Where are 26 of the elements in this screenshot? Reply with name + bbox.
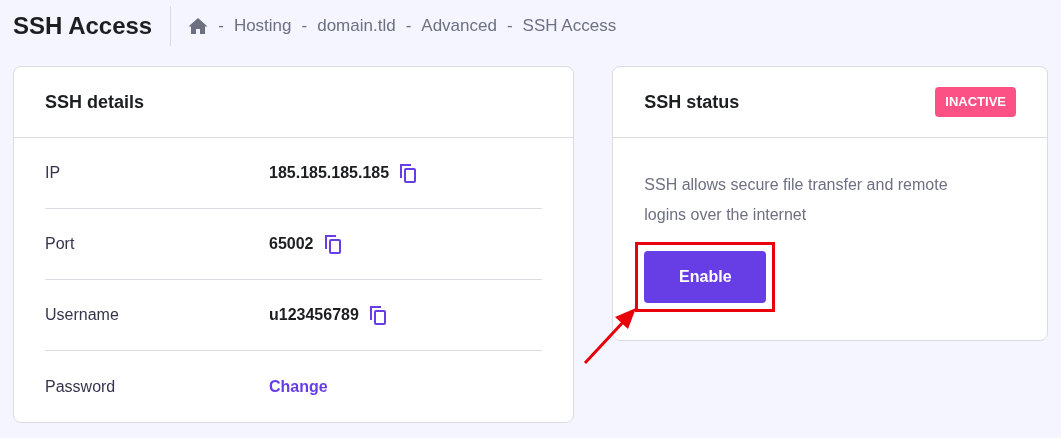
- field-label: Port: [45, 234, 76, 254]
- breadcrumb-link[interactable]: domain.tld: [317, 13, 396, 39]
- field-value: 185.185.185.185: [269, 163, 390, 183]
- field-label: Username: [45, 305, 120, 325]
- field-label: Password: [45, 376, 117, 397]
- copy-icon[interactable]: [323, 234, 342, 254]
- breadcrumb-separator: -: [405, 15, 412, 38]
- home-icon[interactable]: [188, 17, 209, 35]
- field-label: IP: [45, 163, 62, 183]
- breadcrumb-separator: -: [301, 15, 308, 38]
- card-title: SSH details: [45, 90, 145, 114]
- change-link[interactable]: Change: [269, 374, 328, 399]
- copy-icon[interactable]: [399, 163, 418, 183]
- breadcrumb-link[interactable]: SSH Access: [522, 13, 617, 39]
- breadcrumb-link[interactable]: Hosting: [233, 13, 292, 39]
- status-description: SSH allows secure file transfer and remote logins over the internet: [644, 175, 949, 225]
- card-title: SSH status: [644, 90, 740, 114]
- copy-icon[interactable]: [368, 305, 387, 325]
- breadcrumb-separator: -: [506, 15, 513, 38]
- field-value: u123456789: [269, 305, 359, 325]
- field-value: 65002: [269, 234, 314, 254]
- status-badge: INACTIVE: [935, 87, 1016, 117]
- breadcrumb-separator: -: [218, 15, 224, 38]
- page-title: SSH Access: [13, 11, 154, 41]
- enable-button[interactable]: Enable: [644, 251, 767, 303]
- breadcrumb-link[interactable]: Advanced: [421, 13, 497, 39]
